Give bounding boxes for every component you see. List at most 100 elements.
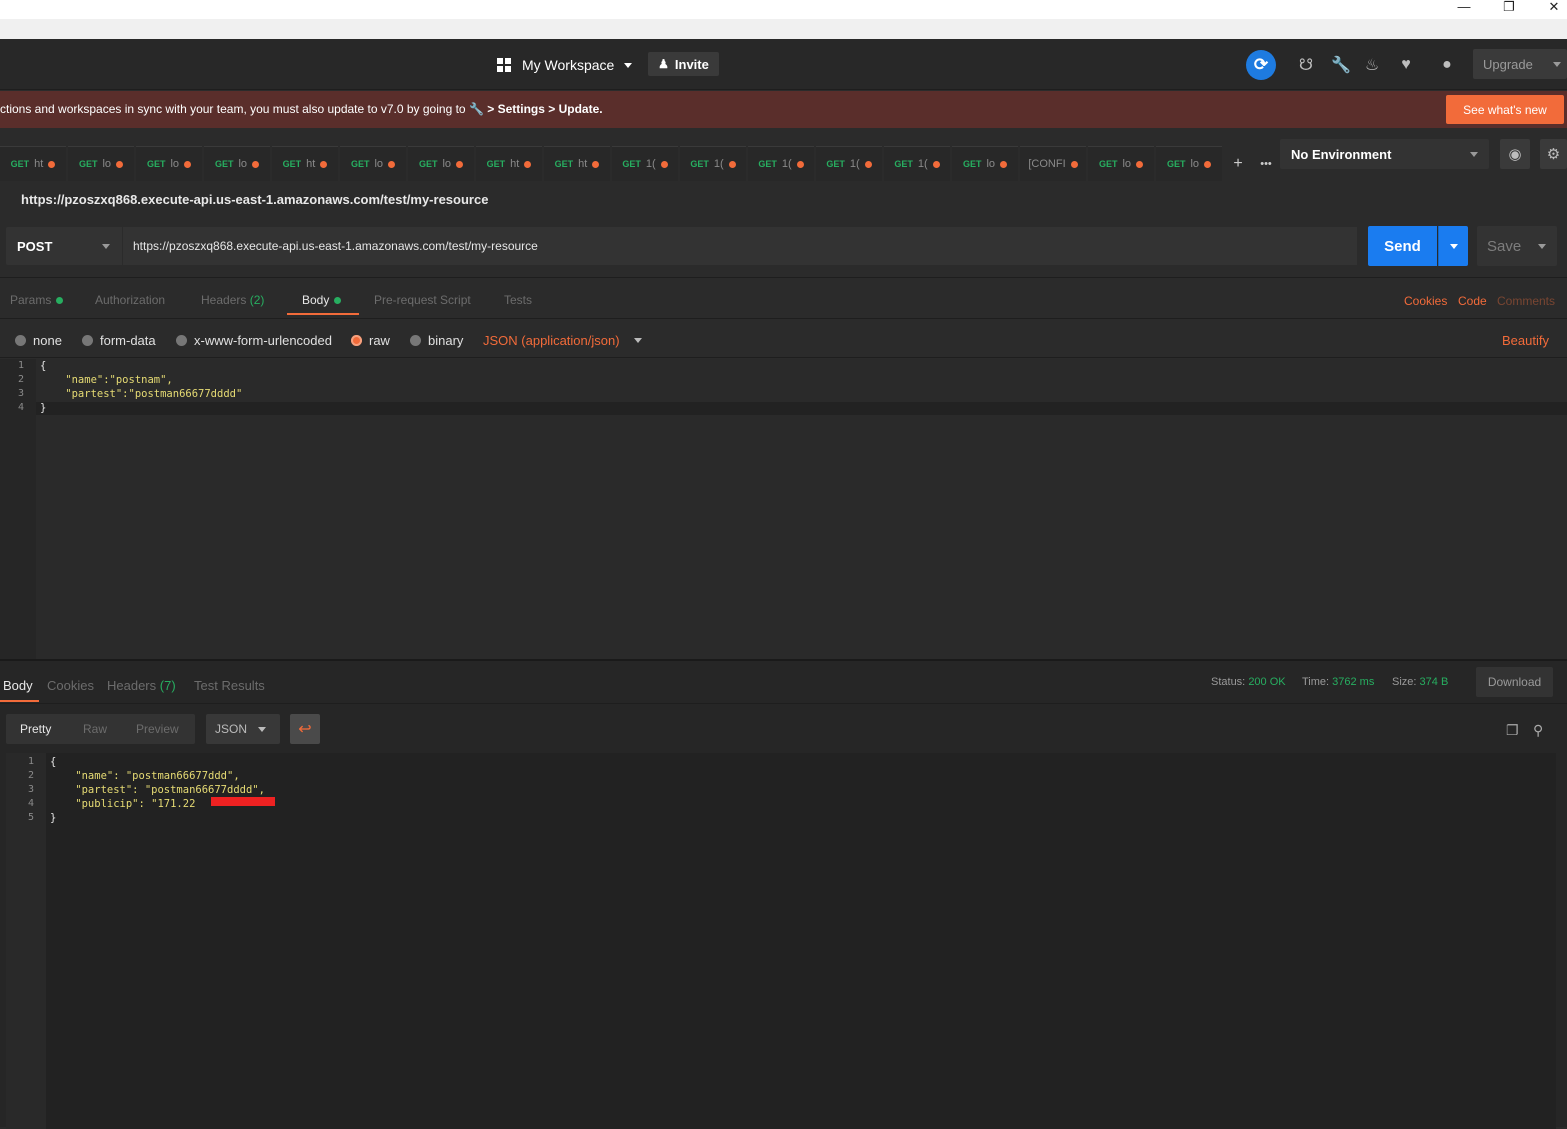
radio-raw[interactable]: raw	[351, 333, 390, 348]
environment-select[interactable]: No Environment	[1280, 139, 1489, 169]
chevron-down-icon	[1470, 152, 1478, 157]
window-titlebar: — ❐ ✕	[0, 0, 1567, 19]
tab-method: GET	[554, 159, 574, 169]
invite-label: Invite	[674, 56, 709, 72]
method-select[interactable]: POST	[6, 227, 122, 265]
download-button[interactable]: Download	[1476, 667, 1553, 697]
tab-name: 1(	[781, 158, 792, 170]
beautify-link[interactable]: Beautify	[1502, 333, 1549, 348]
radio-none[interactable]: none	[15, 333, 62, 348]
request-tab[interactable]: GET lo	[952, 146, 1018, 181]
whats-new-button[interactable]: See what's new	[1446, 95, 1564, 124]
sync-icon[interactable]: ⟳	[1246, 50, 1276, 80]
tab-method: GET	[350, 159, 370, 169]
wrench-icon[interactable]: 🔧	[1327, 51, 1355, 79]
code-line: "name":"postnam",	[40, 374, 173, 386]
request-tab[interactable]: [CONFI	[1020, 146, 1086, 181]
banner-message: ctions and workspaces in sync with your …	[0, 102, 603, 116]
response-tab-body[interactable]: Body	[3, 678, 33, 693]
view-raw[interactable]: Raw	[83, 722, 107, 736]
request-tab[interactable]: GET 1(	[748, 146, 814, 181]
unsaved-dot-icon	[388, 160, 396, 168]
copy-icon[interactable]: ❐	[1506, 722, 1519, 739]
radio-urlencoded[interactable]: x-www-form-urlencoded	[176, 333, 332, 348]
view-pretty[interactable]: Pretty	[20, 722, 51, 736]
tab-prerequest-script[interactable]: Pre-request Script	[374, 293, 471, 307]
response-tab-headers[interactable]: Headers (7)	[107, 678, 176, 693]
workspace-switcher[interactable]: My Workspace	[497, 53, 633, 77]
url-input[interactable]: https://pzoszxq868.execute-api.us-east-1…	[123, 227, 1357, 265]
request-title: https://pzoszxq868.execute-api.us-east-1…	[21, 192, 489, 207]
eye-icon[interactable]: ◉	[1500, 139, 1530, 169]
request-tab[interactable]: GET ht	[544, 146, 610, 181]
response-tab-test-results[interactable]: Test Results	[194, 678, 265, 693]
tab-body[interactable]: Body	[302, 293, 342, 307]
tab-name: lo	[986, 158, 996, 170]
unsaved-dot-icon	[796, 160, 804, 168]
request-tab[interactable]: GET lo	[1156, 146, 1222, 181]
request-tab[interactable]: GET 1(	[816, 146, 882, 181]
cookies-link[interactable]: Cookies	[1404, 294, 1447, 308]
tab-method: GET	[690, 159, 709, 169]
restore-button[interactable]: ❐	[1486, 0, 1532, 19]
menu-strip	[0, 19, 1567, 39]
tab-method: GET	[486, 159, 506, 169]
gear-icon[interactable]: ⚙	[1540, 139, 1567, 169]
tab-label: Body	[302, 293, 330, 307]
new-tab-icon[interactable]: +	[1224, 146, 1252, 181]
request-tab[interactable]: GET lo	[136, 146, 202, 181]
save-button[interactable]: Save	[1477, 226, 1557, 266]
request-tab[interactable]: GET ht	[476, 146, 542, 181]
unsaved-dot-icon	[456, 160, 464, 168]
request-tab[interactable]: GET lo	[1088, 146, 1154, 181]
format-select[interactable]: JSON	[206, 714, 280, 744]
tab-headers[interactable]: Headers (2)	[201, 293, 264, 307]
close-button[interactable]: ✕	[1531, 0, 1567, 19]
update-banner: ctions and workspaces in sync with your …	[0, 91, 1567, 128]
code-line: "name": "postman66677ddd",	[50, 770, 240, 782]
request-tab[interactable]: GET 1(	[884, 146, 950, 181]
code-link[interactable]: Code	[1458, 294, 1487, 308]
bell-icon[interactable]: ♨	[1358, 51, 1386, 79]
invite-button[interactable]: ♟ Invite	[648, 52, 719, 76]
satellite-icon[interactable]: ☋	[1292, 51, 1320, 79]
request-tab[interactable]: GET ht	[0, 146, 66, 181]
request-tab[interactable]: GET lo	[68, 146, 134, 181]
response-body-viewer[interactable]: 1 2 3 4 5 { "name": "postman66677ddd", "…	[6, 753, 1556, 1129]
tab-tests[interactable]: Tests	[504, 293, 532, 307]
request-tab[interactable]: GET lo	[340, 146, 406, 181]
radio-form-data[interactable]: form-data	[82, 333, 156, 348]
format-label: JSON	[215, 722, 248, 736]
request-tab[interactable]: GET 1(	[612, 146, 678, 181]
size-value: 374 B	[1419, 676, 1449, 688]
heart-icon[interactable]: ♥	[1392, 51, 1420, 79]
minimize-button[interactable]: —	[1441, 0, 1487, 19]
request-tab[interactable]: GET lo	[408, 146, 474, 181]
tab-params[interactable]: Params	[10, 293, 64, 307]
user-avatar-icon[interactable]: ●	[1433, 51, 1461, 79]
search-icon[interactable]: ⚲	[1533, 722, 1543, 739]
status-dot	[56, 297, 64, 305]
more-tabs-icon[interactable]: •••	[1252, 146, 1280, 181]
environment-label: No Environment	[1291, 146, 1392, 162]
tab-name: ht	[578, 158, 588, 170]
comments-link[interactable]: Comments	[1497, 294, 1555, 308]
request-tab[interactable]: GET ht	[272, 146, 338, 181]
content-type-select[interactable]: JSON (application/json)	[483, 333, 642, 348]
request-tab[interactable]: GET 1(	[680, 146, 746, 181]
response-tab-cookies[interactable]: Cookies	[47, 678, 94, 693]
redaction-mark	[211, 797, 275, 806]
request-body-editor[interactable]: 1 2 3 4 { "name":"postnam", "partest":"p…	[0, 359, 1567, 659]
method-label: POST	[17, 238, 53, 254]
tab-method: GET	[78, 159, 98, 169]
send-button[interactable]: Send	[1368, 226, 1437, 266]
radio-binary[interactable]: binary	[410, 333, 463, 348]
content-type-label: JSON (application/json)	[483, 333, 620, 348]
workspace-grid-icon	[497, 58, 511, 72]
view-preview[interactable]: Preview	[136, 722, 179, 736]
send-options-button[interactable]	[1438, 226, 1468, 266]
upgrade-button[interactable]: Upgrade	[1473, 49, 1567, 79]
request-tab[interactable]: GET lo	[204, 146, 270, 181]
tab-authorization[interactable]: Authorization	[95, 293, 165, 307]
wrap-lines-icon[interactable]: ↩	[290, 714, 320, 744]
